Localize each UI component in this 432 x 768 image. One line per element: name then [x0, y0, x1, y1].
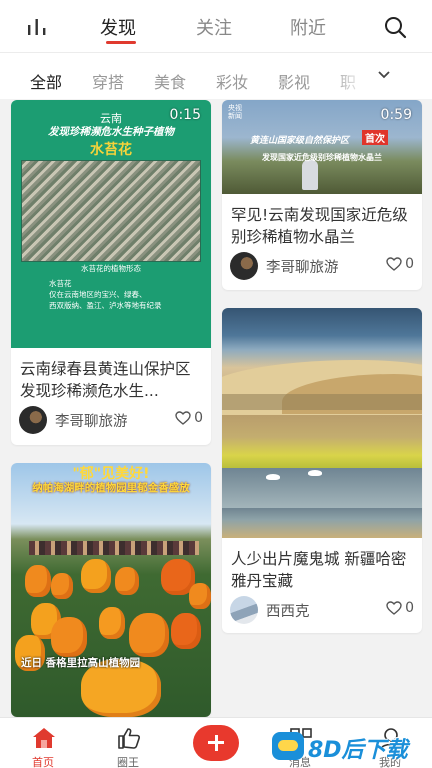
avatar[interactable]: [19, 406, 47, 434]
like-count: 0: [194, 410, 203, 426]
thumb-caption-2: 发现国家近危级别珍稀植物水晶兰: [262, 153, 382, 162]
logo-line: 新闻: [228, 112, 242, 120]
thumb-plant-name: 水苔花: [90, 142, 132, 158]
avatar[interactable]: [230, 596, 258, 624]
top-nav: 发现 关注 附近: [0, 0, 432, 52]
tab-circle-king[interactable]: 圈王: [98, 718, 158, 768]
tulip: [129, 613, 169, 657]
tulip: [25, 565, 51, 597]
video-duration: 0:59: [380, 107, 412, 123]
category-makeup[interactable]: 彩妆: [216, 69, 248, 93]
tab-label: 首页: [32, 756, 54, 768]
heart-icon: [386, 257, 402, 271]
feed-card[interactable]: "郁"见美好! 纳帕海湖畔的植物园里郁金香盛放 近日 香格里拉高山植物园: [11, 463, 211, 717]
info-line: 仅在云南地区的宝兴、绿春、: [49, 290, 147, 299]
category-outfits[interactable]: 穿搭: [92, 69, 124, 93]
crowd-figures: [29, 541, 199, 555]
category-film[interactable]: 影视: [278, 69, 310, 93]
thumb-bottom-caption: 近日 香格里拉高山植物园: [21, 657, 141, 669]
thumb-caption: 黄连山国家级自然保护区: [250, 136, 350, 146]
tulip: [115, 567, 139, 595]
video-thumbnail[interactable]: 云南 发现珍稀濒危水生种子植物 水苔花 水苔花的植物形态 水苔花 仅在云南地区的…: [11, 100, 211, 348]
tulip: [189, 583, 211, 609]
feed-card[interactable]: 央视 新闻 黄连山国家级自然保护区 首次 发现国家近危级别珍稀植物水晶兰 0:5…: [222, 100, 422, 290]
thumb-subheadline: 纳帕海湖畔的植物园里郁金香盛放: [32, 482, 190, 494]
tulip: [171, 613, 201, 649]
tab-nearby[interactable]: 附近: [290, 14, 326, 40]
category-all[interactable]: 全部: [30, 69, 62, 93]
search-icon[interactable]: [383, 15, 407, 39]
video-thumbnail[interactable]: 央视 新闻 黄连山国家级自然保护区 首次 发现国家近危级别珍稀植物水晶兰 0:5…: [222, 100, 422, 194]
image-thumbnail[interactable]: [222, 308, 422, 538]
active-tab-indicator: [106, 41, 136, 44]
watermark-mascot-icon: [272, 732, 304, 760]
category-food[interactable]: 美食: [154, 69, 186, 93]
category-fade: [328, 53, 368, 99]
post-title[interactable]: 云南绿春县黄连山保护区发现珍稀濒危水生...: [20, 358, 203, 402]
photo-caption: 水苔花的植物形态: [81, 264, 141, 273]
tab-following[interactable]: 关注: [196, 14, 232, 40]
post-title[interactable]: 罕见!云南发现国家近危级别珍稀植物水晶兰: [231, 204, 414, 248]
author-row: 李哥聊旅游 0: [19, 406, 203, 434]
like-button[interactable]: 0: [386, 256, 414, 272]
heart-icon: [175, 411, 191, 425]
heart-icon: [386, 601, 402, 615]
tulip: [99, 607, 125, 639]
author-name[interactable]: 李哥聊旅游: [55, 410, 128, 431]
site-watermark: 8D后下载: [272, 730, 432, 764]
info-line: 西双版纳、盈江、泸水等地有纪录: [49, 301, 162, 310]
tulip: [51, 573, 73, 599]
tab-label: 圈王: [117, 756, 139, 768]
like-button[interactable]: 0: [386, 600, 414, 616]
video-thumbnail[interactable]: "郁"见美好! 纳帕海湖畔的植物园里郁金香盛放 近日 香格里拉高山植物园: [11, 463, 211, 717]
tulip: [81, 559, 111, 593]
like-button[interactable]: 0: [175, 410, 203, 426]
like-count: 0: [405, 600, 414, 616]
thumb-caption: 发现珍稀濒危水生种子植物: [48, 126, 174, 138]
create-post-button[interactable]: [193, 725, 239, 761]
person-figure: [302, 160, 318, 190]
author-name[interactable]: 李哥聊旅游: [266, 256, 339, 277]
thumbs-up-icon: [118, 728, 140, 749]
news-logo: 央视 新闻: [228, 104, 242, 120]
avatar[interactable]: [230, 252, 258, 280]
swan: [266, 474, 280, 480]
lake: [222, 468, 422, 508]
feed-card[interactable]: 人少出片魔鬼城 新疆哈密雅丹宝藏 西西克 0: [222, 308, 422, 633]
category-bar: 全部 穿搭 美食 彩妆 影视 职: [0, 53, 432, 99]
watermark-brand: 8D后下载: [308, 738, 408, 763]
post-title[interactable]: 人少出片魔鬼城 新疆哈密雅丹宝藏: [231, 548, 414, 592]
swan: [308, 470, 322, 476]
author-row: 西西克 0: [230, 596, 414, 624]
bar-chart-icon[interactable]: [26, 16, 48, 36]
info-line: 水苔花: [49, 279, 72, 288]
author-row: 李哥聊旅游 0: [230, 252, 414, 280]
feed-card[interactable]: 云南 发现珍稀濒危水生种子植物 水苔花 水苔花的植物形态 水苔花 仅在云南地区的…: [11, 100, 211, 445]
plant-photo: [21, 160, 201, 262]
tab-discover[interactable]: 发现: [100, 14, 136, 40]
home-icon: [33, 728, 55, 748]
tab-home[interactable]: 首页: [13, 718, 73, 768]
dune-shadow: [222, 394, 422, 410]
video-duration: 0:15: [169, 107, 201, 123]
thumb-badge: 首次: [362, 130, 388, 145]
logo-line: 央视: [228, 104, 242, 112]
thumb-info: 水苔花 仅在云南地区的宝兴、绿春、 西双版纳、盈江、泸水等地有纪录: [49, 278, 162, 311]
like-count: 0: [405, 256, 414, 272]
author-name[interactable]: 西西克: [266, 600, 310, 621]
tulip: [51, 617, 87, 657]
chevron-down-icon[interactable]: [377, 70, 391, 80]
